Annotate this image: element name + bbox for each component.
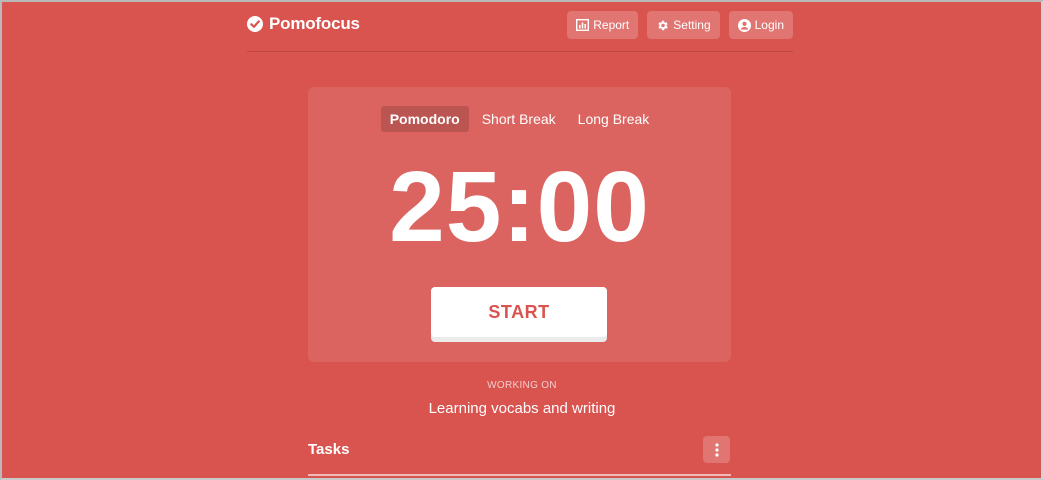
chart-icon (576, 19, 590, 31)
brand-name: Pomofocus (269, 14, 360, 33)
tab-pomodoro[interactable]: Pomodoro (380, 106, 469, 132)
tab-long-break[interactable]: Long Break (569, 106, 659, 132)
top-nav: Report Setting Login (567, 11, 793, 39)
setting-button[interactable]: Setting (647, 11, 720, 39)
gear-icon (658, 20, 669, 30)
header-divider (247, 51, 793, 52)
report-button[interactable]: Report (567, 11, 639, 39)
check-circle-icon (247, 16, 263, 32)
tasks-title: Tasks (308, 441, 350, 458)
start-button[interactable]: START (431, 287, 607, 337)
setting-label: Setting (673, 18, 711, 32)
current-task[interactable]: Learning vocabs and writing (0, 400, 1044, 417)
login-button[interactable]: Login (728, 11, 793, 39)
tab-short-break[interactable]: Short Break (473, 106, 565, 132)
mode-tabs: Pomodoro Short Break Long Break (308, 106, 731, 132)
timer-display: 25:00 (389, 151, 650, 263)
user-circle-icon (737, 18, 751, 32)
tasks-menu-button[interactable] (703, 436, 730, 463)
timer-card: Pomodoro Short Break Long Break 25:00 ST… (308, 87, 731, 362)
tasks-divider (308, 474, 731, 476)
brand-logo[interactable]: Pomofocus (247, 14, 360, 34)
working-on-label: WORKING ON (487, 380, 557, 391)
login-label: Login (754, 18, 784, 32)
more-vertical-icon (714, 442, 719, 457)
report-label: Report (593, 18, 630, 32)
header: Pomofocus Report Setting Login (247, 8, 793, 44)
